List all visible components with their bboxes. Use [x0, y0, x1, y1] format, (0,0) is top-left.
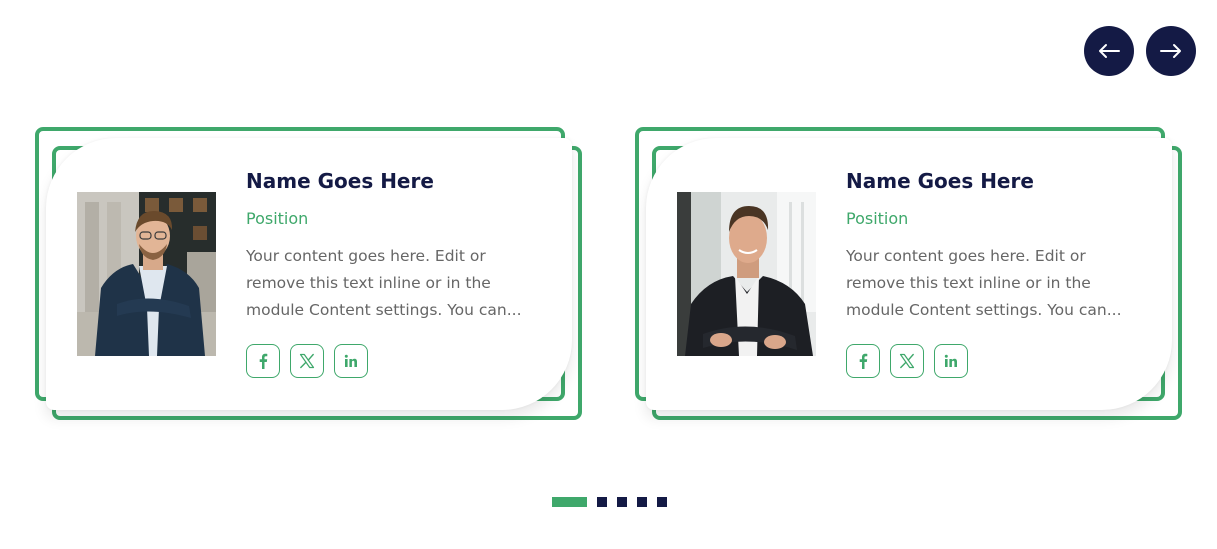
member-position: Position — [246, 209, 309, 228]
arrow-left-icon — [1099, 44, 1120, 58]
x-icon — [899, 353, 915, 369]
pagination-dot-1[interactable] — [552, 497, 587, 507]
description-line: remove this text inline or in the — [846, 274, 1091, 292]
member-photo — [677, 192, 816, 356]
next-slide-button[interactable] — [1146, 26, 1196, 76]
x-icon — [299, 353, 315, 369]
member-description: Your content goes here. Edit or remove t… — [246, 243, 546, 324]
member-name: Name Goes Here — [846, 169, 1034, 193]
description-line: Your content goes here. Edit or — [846, 247, 1086, 265]
team-card: Name Goes Here Position Your content goe… — [635, 127, 1182, 420]
arrow-right-icon — [1160, 44, 1181, 58]
pagination-dot-5[interactable] — [657, 497, 667, 507]
member-name: Name Goes Here — [246, 169, 434, 193]
card-body: Name Goes Here Position Your content goe… — [46, 138, 572, 410]
pagination-dot-4[interactable] — [637, 497, 647, 507]
member-position: Position — [846, 209, 909, 228]
facebook-icon — [259, 353, 268, 369]
facebook-link[interactable] — [246, 344, 280, 378]
linkedin-icon — [944, 354, 957, 367]
description-line: Your content goes here. Edit or — [246, 247, 486, 265]
member-photo — [77, 192, 216, 356]
x-link[interactable] — [890, 344, 924, 378]
description-line: remove this text inline or in the — [246, 274, 491, 292]
member-description: Your content goes here. Edit or remove t… — [846, 243, 1146, 324]
description-line: module Content settings. You can... — [246, 301, 522, 319]
linkedin-link[interactable] — [934, 344, 968, 378]
card-body: Name Goes Here Position Your content goe… — [646, 138, 1172, 410]
pagination-dot-3[interactable] — [617, 497, 627, 507]
linkedin-icon — [344, 354, 357, 367]
prev-slide-button[interactable] — [1084, 26, 1134, 76]
facebook-icon — [859, 353, 868, 369]
facebook-link[interactable] — [846, 344, 880, 378]
linkedin-link[interactable] — [334, 344, 368, 378]
team-card: Name Goes Here Position Your content goe… — [35, 127, 582, 420]
pagination-dot-2[interactable] — [597, 497, 607, 507]
description-line: module Content settings. You can... — [846, 301, 1122, 319]
x-link[interactable] — [290, 344, 324, 378]
